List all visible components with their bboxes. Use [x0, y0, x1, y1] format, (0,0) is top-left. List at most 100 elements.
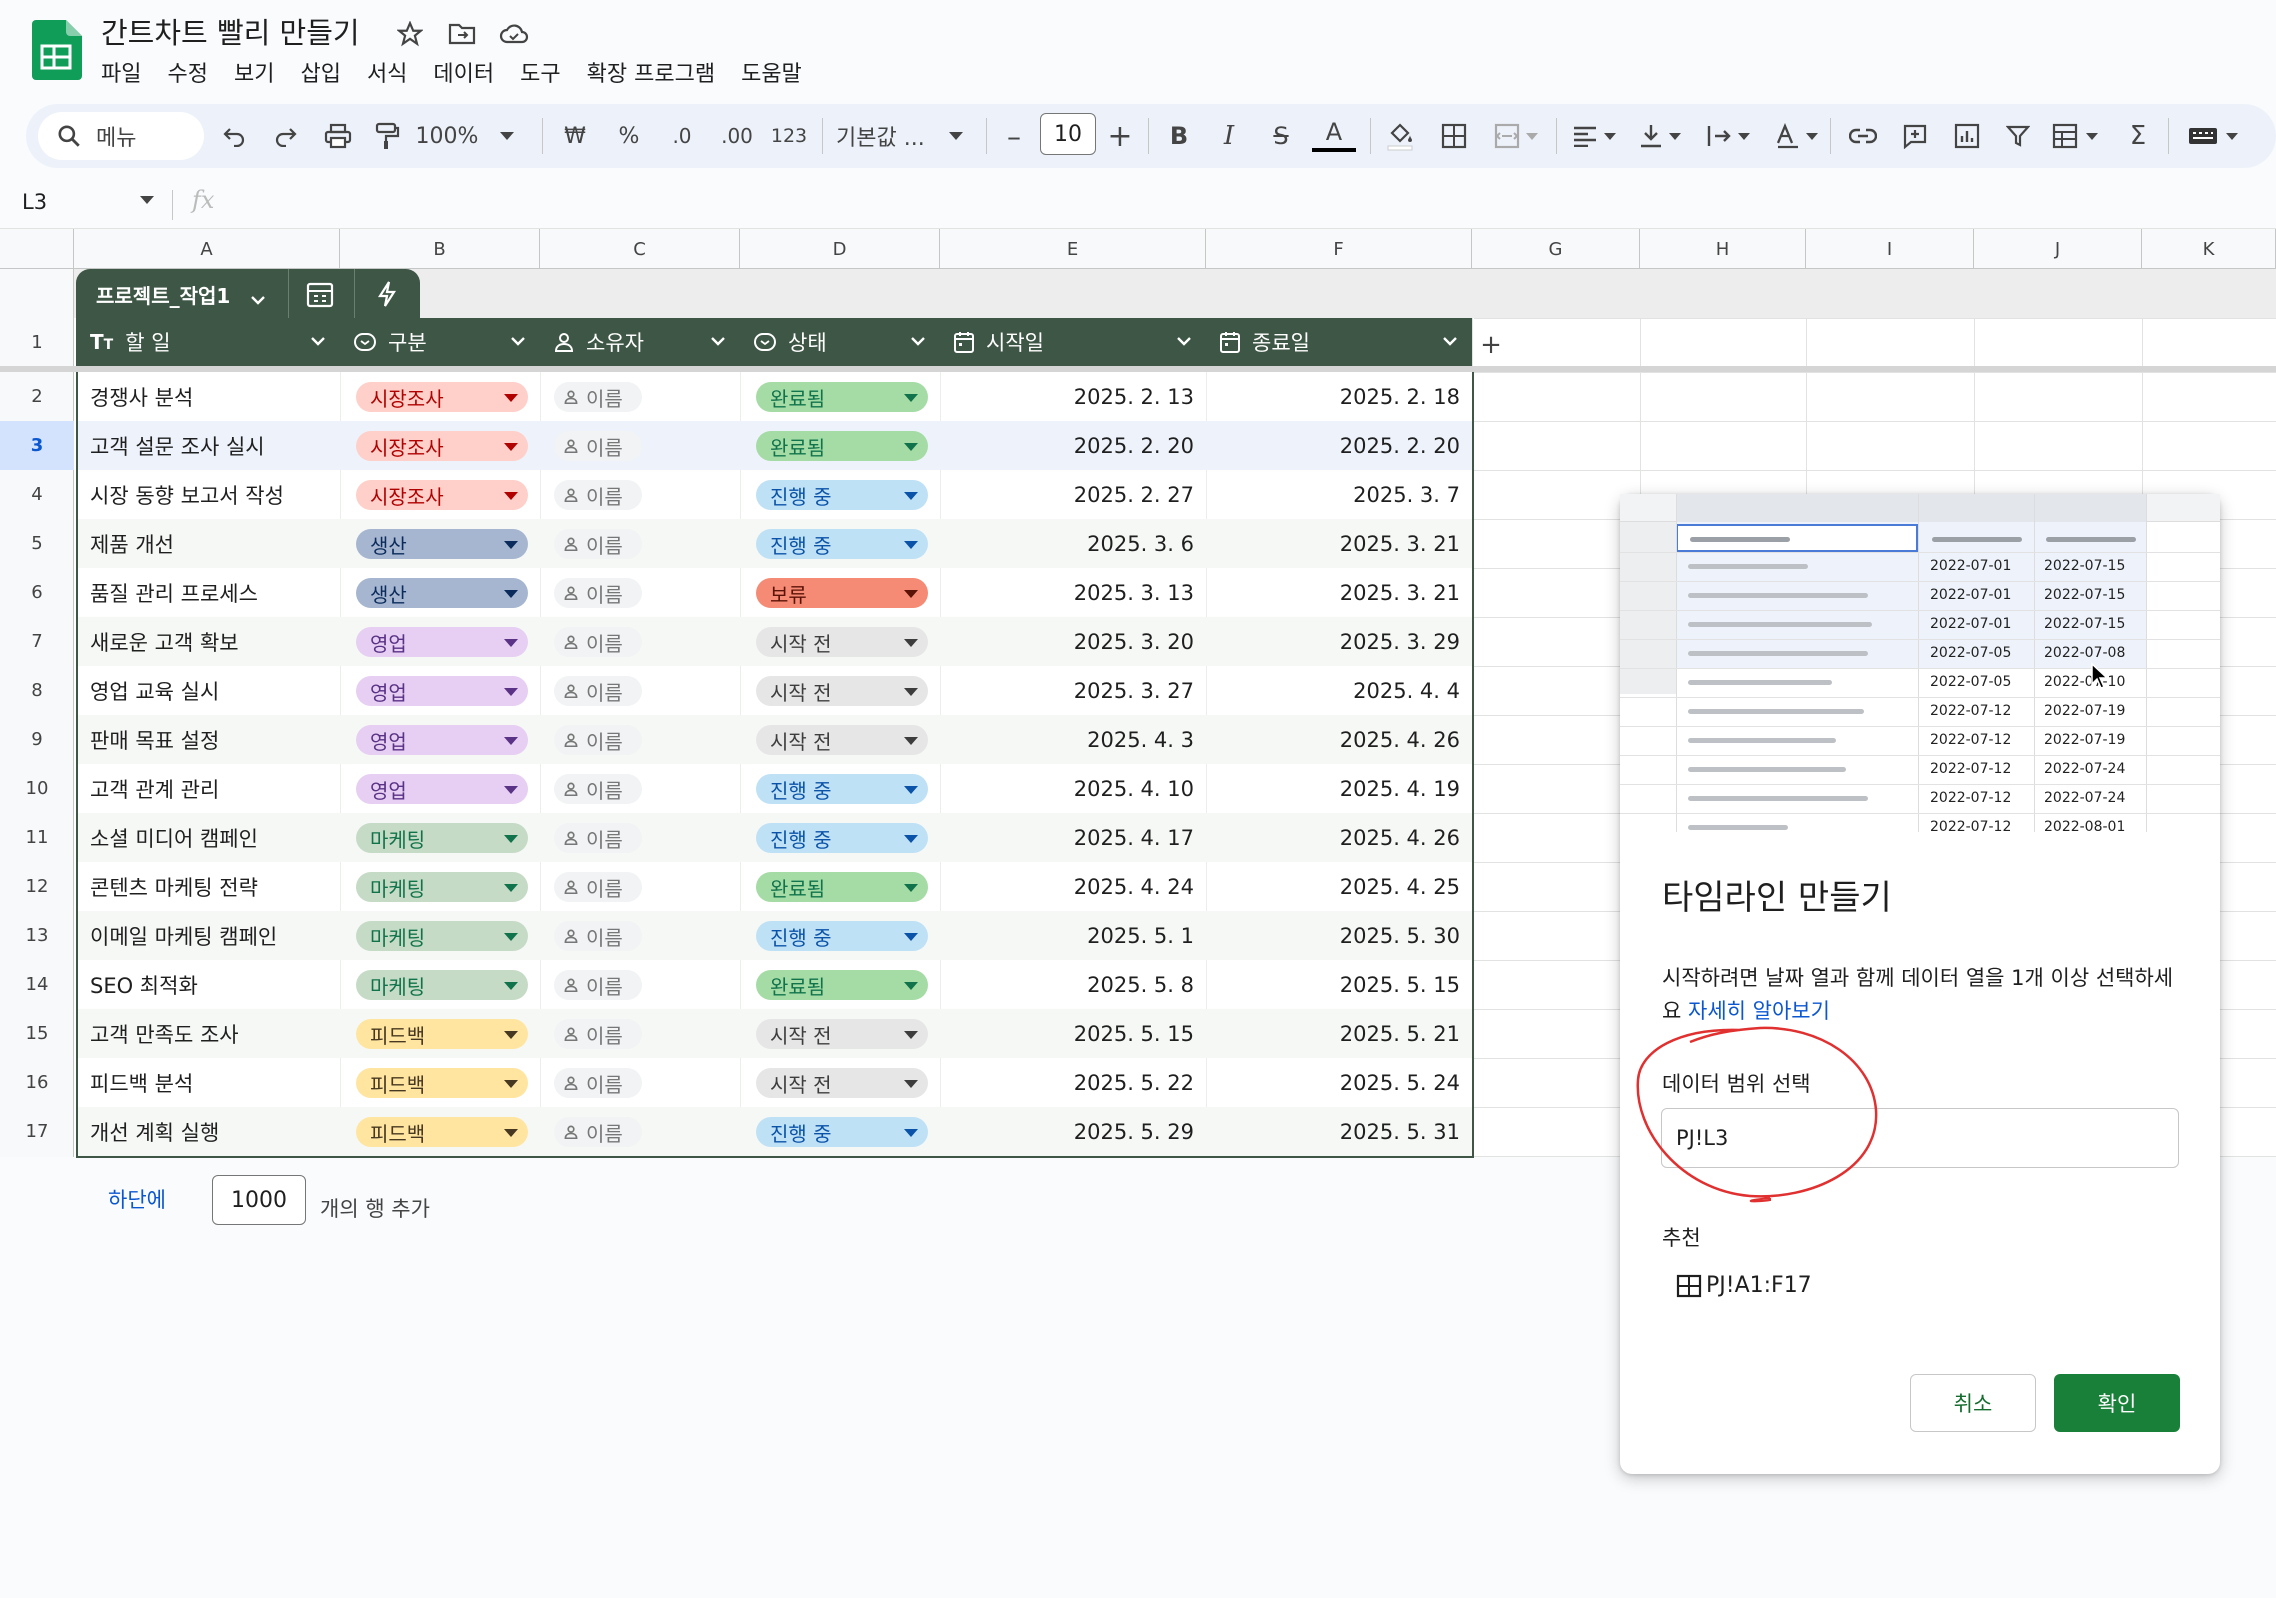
- owner-chip[interactable]: 이름: [554, 627, 642, 657]
- redo-icon[interactable]: [270, 116, 302, 156]
- status-chip[interactable]: 완료됨: [756, 382, 928, 412]
- category-chip[interactable]: 시장조사: [356, 431, 528, 461]
- category-chip[interactable]: 영업: [356, 725, 528, 755]
- row-header-17[interactable]: 17: [0, 1107, 74, 1156]
- owner-chip[interactable]: 이름: [554, 872, 642, 902]
- row-header-6[interactable]: 6: [0, 568, 74, 617]
- cloud-status-icon[interactable]: [498, 18, 530, 50]
- end-date-cell[interactable]: 2025. 3. 29: [1340, 617, 1460, 666]
- table-header-category[interactable]: 구분: [340, 318, 540, 366]
- chevron-down-icon[interactable]: [310, 336, 326, 346]
- chevron-down-icon[interactable]: [250, 290, 265, 305]
- column-header-B[interactable]: B: [340, 229, 540, 269]
- owner-chip[interactable]: 이름: [554, 970, 642, 1000]
- end-date-cell[interactable]: 2025. 2. 18: [1340, 372, 1460, 421]
- table-row[interactable]: 시장 동향 보고서 작성 시장조사 이름 진행 중 2025. 2. 27 2025. 3…: [78, 470, 1472, 519]
- table-row[interactable]: 경쟁사 분석 시장조사 이름 완료됨 2025. 2. 13 2025. 2. 18: [78, 372, 1472, 421]
- owner-chip[interactable]: 이름: [554, 578, 642, 608]
- end-date-cell[interactable]: 2025. 4. 26: [1340, 715, 1460, 764]
- table-header-owner[interactable]: 소유자: [540, 318, 740, 366]
- end-date-cell[interactable]: 2025. 4. 25: [1340, 862, 1460, 911]
- row-header-4[interactable]: 4: [0, 470, 74, 519]
- row-header-8[interactable]: 8: [0, 666, 74, 715]
- table-row[interactable]: 개선 계획 실행 피드백 이름 진행 중 2025. 5. 29 2025. 5. 31: [78, 1107, 1472, 1156]
- row-header-7[interactable]: 7: [0, 617, 74, 666]
- menu-help[interactable]: 도움말: [728, 56, 815, 94]
- start-date-cell[interactable]: 2025. 4. 10: [1074, 764, 1194, 813]
- font-size-input[interactable]: 10: [1040, 113, 1096, 155]
- status-chip[interactable]: 시작 전: [756, 1068, 928, 1098]
- print-icon[interactable]: [320, 116, 356, 156]
- table-row[interactable]: SEO 최적화 마케팅 이름 완료됨 2025. 5. 8 2025. 5. 15: [78, 960, 1472, 1009]
- menu-file[interactable]: 파일: [88, 56, 154, 94]
- chevron-down-icon[interactable]: [910, 336, 926, 346]
- end-date-cell[interactable]: 2025. 5. 31: [1340, 1107, 1460, 1156]
- task-cell[interactable]: 품질 관리 프로세스: [90, 568, 258, 617]
- table-row[interactable]: 영업 교육 실시 영업 이름 시작 전 2025. 3. 27 2025. 4. 4: [78, 666, 1472, 715]
- status-chip[interactable]: 완료됨: [756, 872, 928, 902]
- cancel-button[interactable]: 취소: [1910, 1374, 2036, 1432]
- task-cell[interactable]: SEO 최적화: [90, 960, 198, 1009]
- table-row[interactable]: 제품 개선 생산 이름 진행 중 2025. 3. 6 2025. 3. 21: [78, 519, 1472, 568]
- status-chip[interactable]: 완료됨: [756, 970, 928, 1000]
- column-header-I[interactable]: I: [1806, 229, 1974, 269]
- table-name[interactable]: 프로젝트_작업1: [96, 280, 230, 309]
- owner-chip[interactable]: 이름: [554, 382, 642, 412]
- insert-chart-icon[interactable]: [1948, 116, 1986, 156]
- currency-format-button[interactable]: ₩: [558, 116, 592, 156]
- category-chip[interactable]: 마케팅: [356, 823, 528, 853]
- row-header-2[interactable]: 2: [0, 372, 74, 421]
- task-cell[interactable]: 고객 관계 관리: [90, 764, 219, 813]
- functions-icon[interactable]: Σ: [2120, 116, 2156, 156]
- status-chip[interactable]: 완료됨: [756, 431, 928, 461]
- add-rows-count-input[interactable]: 1000: [212, 1175, 306, 1225]
- task-cell[interactable]: 시장 동향 보고서 작성: [90, 470, 284, 519]
- status-chip[interactable]: 진행 중: [756, 774, 928, 804]
- row-header-1[interactable]: 1: [0, 318, 74, 366]
- end-date-cell[interactable]: 2025. 3. 21: [1340, 568, 1460, 617]
- owner-chip[interactable]: 이름: [554, 529, 642, 559]
- end-date-cell[interactable]: 2025. 4. 4: [1353, 666, 1460, 715]
- column-header-A[interactable]: A: [74, 229, 340, 269]
- column-header-D[interactable]: D: [740, 229, 940, 269]
- table-row[interactable]: 고객 설문 조사 실시 시장조사 이름 완료됨 2025. 2. 20 2025. 2. …: [78, 421, 1472, 470]
- table-row[interactable]: 소셜 미디어 캠페인 마케팅 이름 진행 중 2025. 4. 17 2025. 4. 2…: [78, 813, 1472, 862]
- name-box[interactable]: L3: [22, 190, 47, 214]
- table-row[interactable]: 판매 목표 설정 영업 이름 시작 전 2025. 4. 3 2025. 4. 26: [78, 715, 1472, 764]
- start-date-cell[interactable]: 2025. 3. 13: [1074, 568, 1194, 617]
- zoom-select[interactable]: 100%: [416, 116, 515, 156]
- learn-more-link[interactable]: 자세히 알아보기: [1688, 999, 1830, 1023]
- status-chip[interactable]: 진행 중: [756, 480, 928, 510]
- table-row[interactable]: 새로운 고객 확보 영업 이름 시작 전 2025. 3. 20 2025. 3. 29: [78, 617, 1472, 666]
- owner-chip[interactable]: 이름: [554, 725, 642, 755]
- filter-icon[interactable]: [2000, 116, 2036, 156]
- task-cell[interactable]: 피드백 분석: [90, 1058, 193, 1107]
- suggested-range-button[interactable]: PJ!A1:F17: [1676, 1273, 1812, 1298]
- row-header-11[interactable]: 11: [0, 813, 74, 862]
- category-chip[interactable]: 영업: [356, 676, 528, 706]
- status-chip[interactable]: 시작 전: [756, 676, 928, 706]
- row-header-15[interactable]: 15: [0, 1009, 74, 1058]
- task-cell[interactable]: 경쟁사 분석: [90, 372, 193, 421]
- chevron-down-icon[interactable]: [710, 336, 726, 346]
- menu-edit[interactable]: 수정: [154, 56, 220, 94]
- menu-extensions[interactable]: 확장 프로그램: [574, 56, 728, 94]
- end-date-cell[interactable]: 2025. 3. 7: [1353, 470, 1460, 519]
- table-row[interactable]: 고객 만족도 조사 피드백 이름 시작 전 2025. 5. 15 2025. 5. 21: [78, 1009, 1472, 1058]
- end-date-cell[interactable]: 2025. 5. 30: [1340, 911, 1460, 960]
- category-chip[interactable]: 생산: [356, 578, 528, 608]
- fill-color-icon[interactable]: [1380, 116, 1420, 156]
- text-rotation-icon[interactable]: [1770, 116, 1822, 156]
- menu-tools[interactable]: 도구: [507, 56, 573, 94]
- table-row[interactable]: 고객 관계 관리 영업 이름 진행 중 2025. 4. 10 2025. 4. 19: [78, 764, 1472, 813]
- menu-insert[interactable]: 삽입: [287, 56, 353, 94]
- status-chip[interactable]: 보류: [756, 578, 928, 608]
- horizontal-align-icon[interactable]: [1568, 116, 1620, 156]
- status-chip[interactable]: 진행 중: [756, 823, 928, 853]
- start-date-cell[interactable]: 2025. 5. 22: [1074, 1058, 1194, 1107]
- text-color-button[interactable]: A: [1312, 116, 1356, 152]
- column-header-J[interactable]: J: [1974, 229, 2142, 269]
- end-date-cell[interactable]: 2025. 4. 19: [1340, 764, 1460, 813]
- start-date-cell[interactable]: 2025. 4. 24: [1074, 862, 1194, 911]
- menu-search-input[interactable]: 메뉴: [38, 112, 204, 160]
